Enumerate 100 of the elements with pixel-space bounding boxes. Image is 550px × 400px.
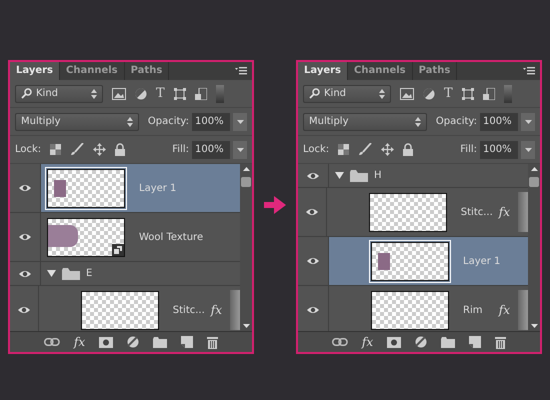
- mask-icon[interactable]: [99, 336, 114, 348]
- lock-icon[interactable]: [403, 143, 414, 156]
- adjustment-icon[interactable]: [415, 336, 428, 348]
- brush-icon[interactable]: [70, 143, 84, 156]
- opacity-label: Opacity:: [148, 116, 189, 127]
- shape-icon[interactable]: [174, 88, 186, 100]
- fill-label: Fill:: [172, 144, 189, 155]
- half-circle-icon[interactable]: [135, 88, 147, 100]
- effects-toggle[interactable]: [518, 192, 528, 232]
- fill-label: Fill:: [460, 144, 477, 155]
- move-icon[interactable]: [381, 143, 394, 156]
- opacity-label: Opacity:: [436, 116, 477, 127]
- shape-drawing: [378, 252, 390, 270]
- fill-field[interactable]: 100%: [192, 140, 230, 158]
- filter-toggle[interactable]: [504, 84, 512, 102]
- scrollbar[interactable]: [528, 164, 540, 331]
- opacity-field[interactable]: 100%: [192, 112, 230, 130]
- scroll-down-icon[interactable]: [242, 324, 250, 328]
- tab[interactable]: Paths: [124, 62, 170, 80]
- checkerboard-icon[interactable]: [338, 144, 350, 155]
- tab[interactable]: Channels: [348, 62, 413, 80]
- folder-icon[interactable]: [441, 336, 456, 348]
- menu-icon[interactable]: [235, 67, 247, 75]
- eye-icon[interactable]: [306, 170, 320, 180]
- triangle-down-icon[interactable]: [47, 270, 56, 278]
- brush-icon[interactable]: [358, 143, 372, 156]
- opacity-field[interactable]: 100%: [480, 112, 518, 130]
- layer-group-row[interactable]: H: [298, 164, 528, 188]
- menu-icon[interactable]: [523, 67, 535, 75]
- tab[interactable]: Layers: [10, 62, 60, 80]
- checkerboard-icon[interactable]: [50, 144, 62, 155]
- tab[interactable]: Channels: [60, 62, 125, 80]
- type-filter-button[interactable]: T: [156, 87, 165, 100]
- eye-icon[interactable]: [18, 268, 32, 278]
- filter-toggle[interactable]: [216, 84, 224, 102]
- layer-name: Layer 1: [463, 256, 500, 266]
- effects-toggle[interactable]: [518, 290, 528, 330]
- triangle-down-icon[interactable]: [335, 172, 344, 180]
- filter-dropdown[interactable]: Kind: [303, 84, 391, 102]
- caret-icon: [524, 120, 532, 124]
- scroll-up-icon[interactable]: [530, 167, 538, 171]
- new-layer-icon[interactable]: [469, 336, 482, 348]
- move-icon[interactable]: [93, 143, 106, 156]
- fill-field[interactable]: 100%: [480, 140, 518, 158]
- lock-icon[interactable]: [115, 143, 126, 156]
- stepper-icon: [126, 116, 133, 126]
- half-circle-icon[interactable]: [423, 88, 435, 100]
- caret-icon: [236, 120, 244, 124]
- effects-badge[interactable]: fx: [498, 303, 510, 317]
- eye-icon[interactable]: [18, 183, 32, 193]
- layer-group-row[interactable]: E: [10, 262, 240, 286]
- blend-mode-dropdown[interactable]: Multiply: [303, 112, 427, 130]
- dropdown-button[interactable]: [521, 140, 535, 158]
- eye-icon[interactable]: [304, 207, 319, 217]
- trash-icon[interactable]: [495, 336, 506, 348]
- effects-badge[interactable]: fx: [498, 205, 510, 219]
- dropdown-button[interactable]: [233, 112, 247, 130]
- eye-icon[interactable]: [306, 305, 320, 315]
- scroll-down-icon[interactable]: [530, 324, 538, 328]
- search-icon: [309, 88, 320, 99]
- folder-icon[interactable]: [153, 336, 168, 348]
- layer-row[interactable]: Wool Texture: [10, 213, 240, 262]
- eye-icon[interactable]: [18, 232, 32, 242]
- scroll-thumb[interactable]: [241, 177, 251, 187]
- smart-filter-icon[interactable]: [482, 88, 495, 100]
- scroll-up-icon[interactable]: [242, 167, 250, 171]
- smart-filter-icon[interactable]: [194, 88, 207, 100]
- shape-icon[interactable]: [462, 88, 474, 100]
- eye-icon[interactable]: [306, 256, 320, 266]
- tab[interactable]: Paths: [412, 62, 458, 80]
- effects-toggle[interactable]: [230, 290, 240, 330]
- effects-badge[interactable]: fx: [210, 303, 222, 317]
- search-icon: [21, 88, 32, 99]
- image-icon[interactable]: [400, 88, 414, 100]
- blend-mode-dropdown[interactable]: Multiply: [15, 112, 139, 130]
- smart-object-icon: [112, 244, 124, 256]
- adjustment-icon[interactable]: [127, 336, 140, 348]
- layer-name: Rim: [463, 304, 482, 316]
- caret-icon: [236, 148, 244, 152]
- mask-icon[interactable]: [387, 336, 402, 348]
- add-style-button[interactable]: fx: [74, 335, 86, 349]
- tab[interactable]: Layers: [298, 62, 348, 80]
- scrollbar[interactable]: [240, 164, 252, 331]
- layer-row[interactable]: Stitc... fx: [298, 188, 528, 237]
- new-layer-icon[interactable]: [181, 336, 194, 348]
- eye-icon[interactable]: [16, 305, 31, 315]
- add-style-button[interactable]: fx: [362, 335, 374, 349]
- type-filter-button[interactable]: T: [444, 87, 453, 100]
- dropdown-button[interactable]: [233, 140, 247, 158]
- scroll-thumb[interactable]: [529, 177, 539, 187]
- trash-icon[interactable]: [207, 336, 218, 348]
- filter-dropdown[interactable]: Kind: [15, 84, 103, 102]
- layer-name: Wool Texture: [139, 232, 204, 242]
- link-icon[interactable]: [44, 338, 60, 346]
- image-icon[interactable]: [112, 88, 126, 100]
- arrow-icon: [264, 196, 286, 214]
- stepper-icon: [414, 116, 421, 126]
- dropdown-button[interactable]: [521, 112, 535, 130]
- layer-name: Stitc...: [460, 206, 493, 218]
- link-icon[interactable]: [332, 338, 348, 346]
